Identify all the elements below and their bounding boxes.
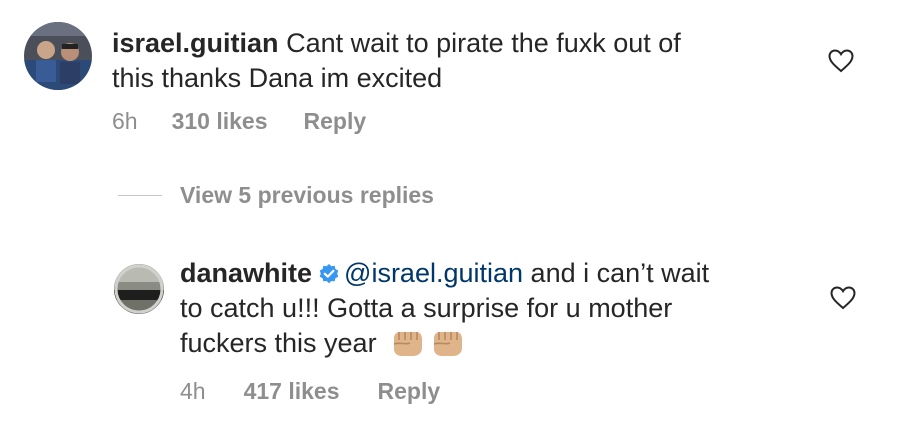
reply-text: danawhite @israel.guitian and i can’t wa… (180, 256, 820, 361)
comment-line-2: this thanks Dana im excited (112, 63, 443, 93)
comment-line-1: Cant wait to pirate the fuxk out of (286, 28, 681, 58)
comment-text: israel.guitian Cant wait to pirate the f… (112, 26, 792, 96)
avatar[interactable] (24, 22, 92, 90)
reply-line-1: and i can’t wait (530, 258, 710, 288)
timestamp[interactable]: 6h (112, 108, 138, 135)
comment-meta: 6h 310 likes Reply (112, 108, 366, 135)
view-replies-label: View 5 previous replies (180, 182, 434, 208)
likes-count[interactable]: 417 likes (244, 378, 340, 405)
reply-button[interactable]: Reply (304, 108, 367, 135)
reply-line-2: to catch u!!! Gotta a surprise for u mot… (180, 293, 673, 323)
reply-meta: 4h 417 likes Reply (180, 378, 440, 405)
verified-badge-icon (318, 259, 340, 284)
reply-button[interactable]: Reply (378, 378, 441, 405)
fist-emoji-icon (390, 328, 424, 358)
divider-line (118, 195, 162, 196)
view-previous-replies-button[interactable]: View 5 previous replies (118, 182, 434, 209)
username-link[interactable]: israel.guitian (112, 28, 279, 58)
avatar-photo-icon (24, 22, 92, 90)
reply-line-3: fuckers this year (180, 328, 377, 358)
mention-link[interactable]: @israel.guitian (344, 258, 523, 288)
username-link[interactable]: danawhite (180, 258, 312, 288)
like-heart-icon[interactable] (828, 49, 854, 73)
timestamp[interactable]: 4h (180, 378, 206, 405)
likes-count[interactable]: 310 likes (172, 108, 268, 135)
fist-emoji-icon (430, 328, 464, 358)
avatar-photo-icon (114, 264, 164, 314)
avatar[interactable] (114, 264, 164, 314)
like-heart-icon[interactable] (830, 286, 856, 310)
